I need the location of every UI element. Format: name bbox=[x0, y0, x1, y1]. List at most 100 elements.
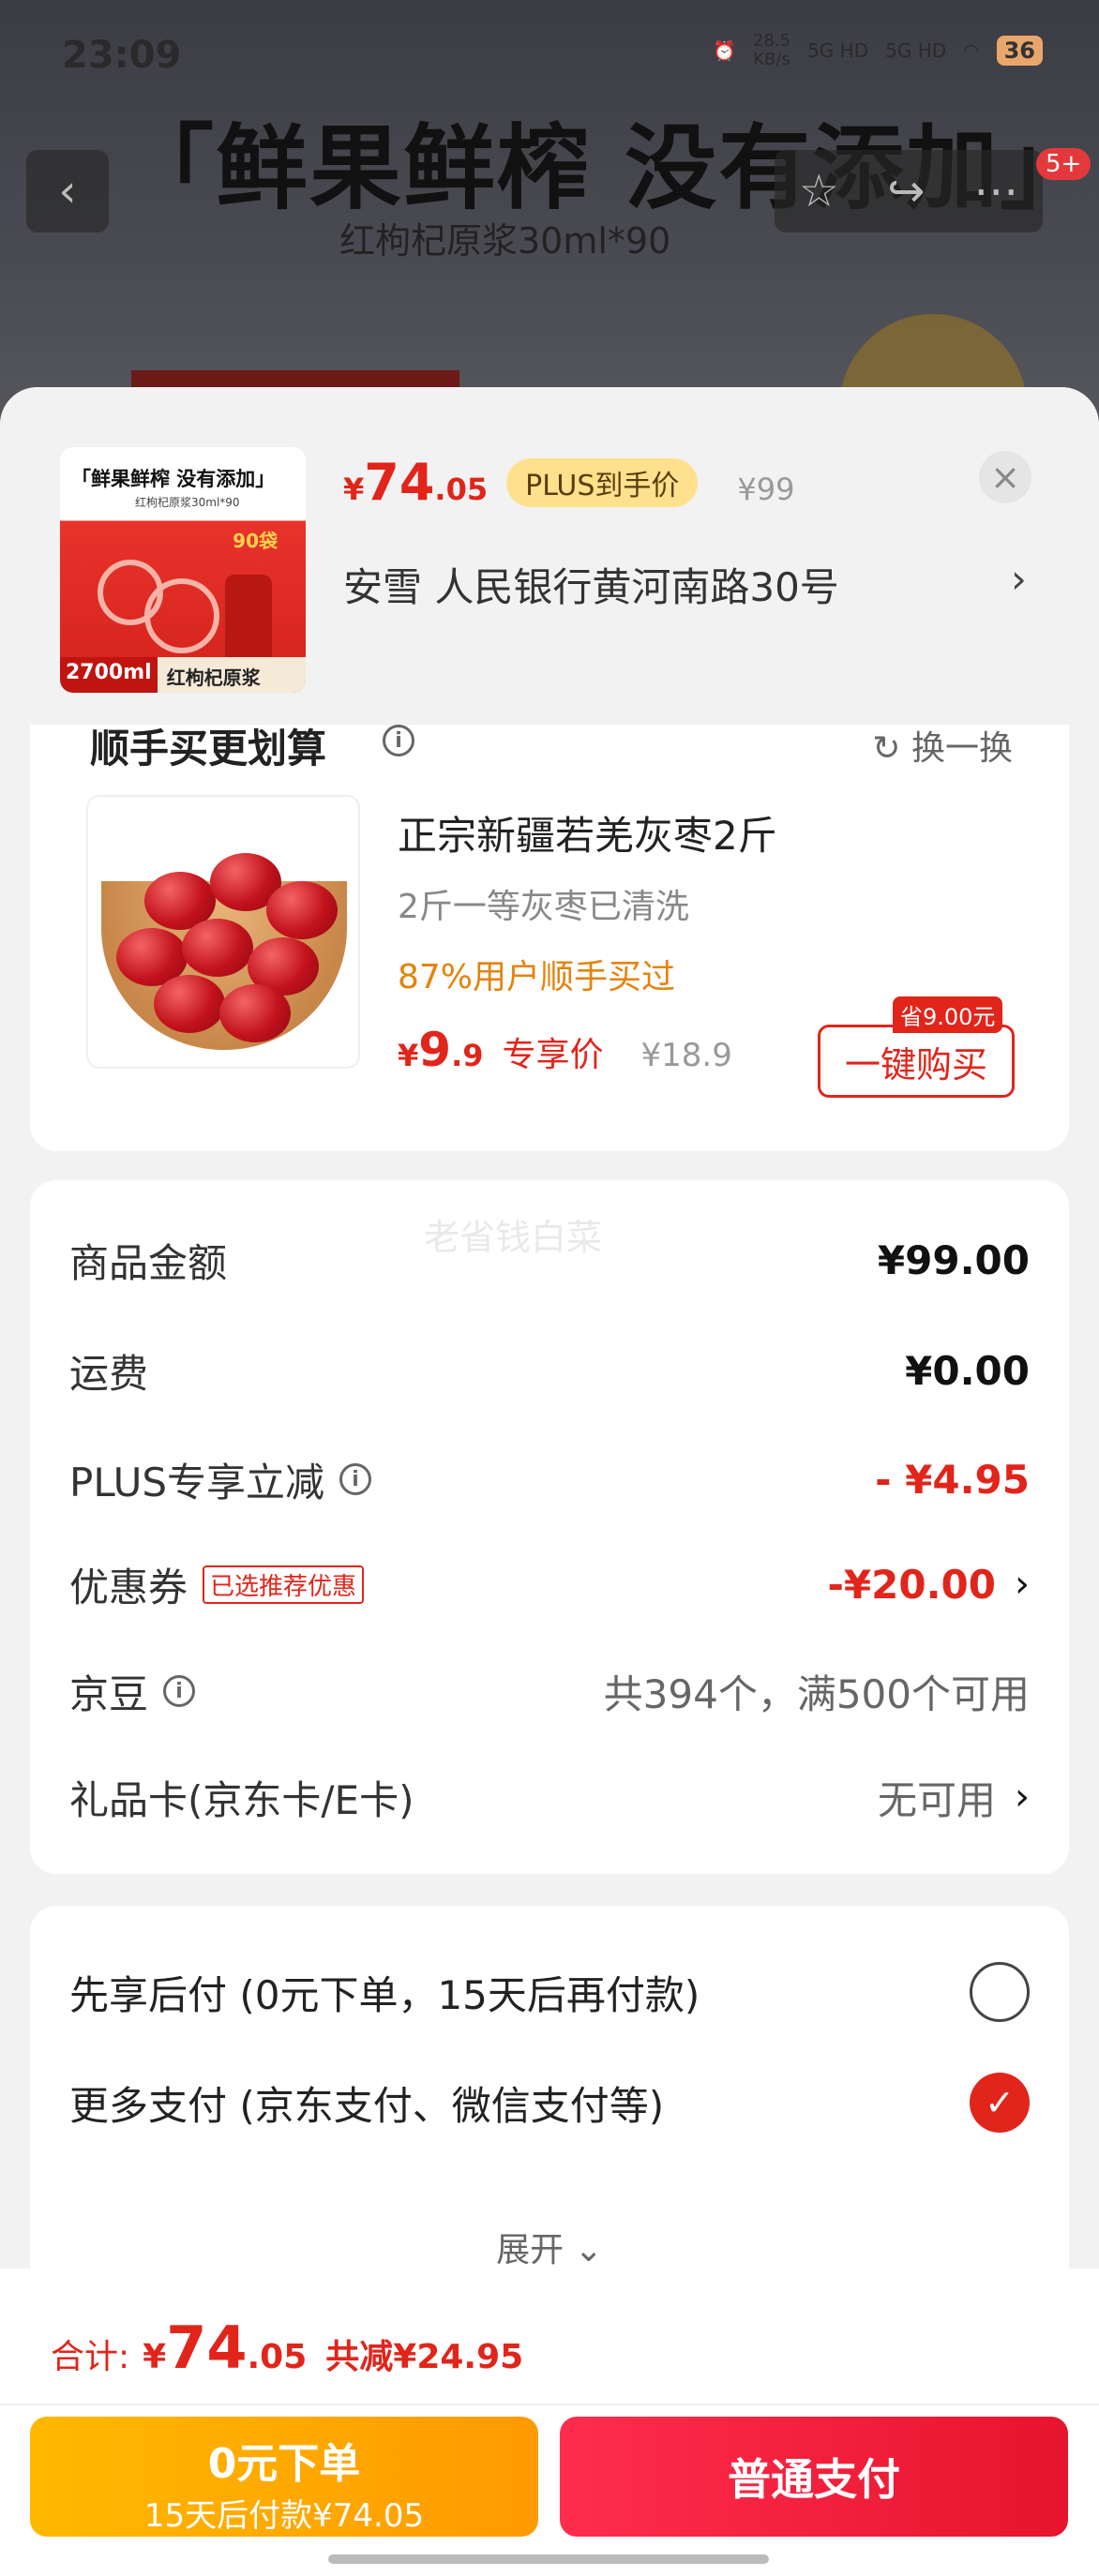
addon-price-label: 专享价 bbox=[502, 1036, 604, 1074]
total-savings: 共减¥24.95 bbox=[325, 2338, 524, 2376]
radio-unchecked[interactable] bbox=[970, 1962, 1030, 2022]
pay-later-line2: 15天后付款¥74.05 bbox=[143, 2497, 425, 2535]
summary-row-giftcard[interactable]: 礼品卡(京东卡/E卡) 无可用 › bbox=[69, 1764, 1030, 1830]
summary-label-group: 京豆 i bbox=[69, 1663, 196, 1720]
image-decoration bbox=[154, 975, 225, 1033]
order-total: 合计: ¥ 74 .05 共减¥24.95 bbox=[51, 2314, 523, 2382]
signal-label-1: 5G HD bbox=[807, 39, 869, 62]
summary-value: ¥0.00 bbox=[905, 1347, 1030, 1394]
addon-description: 2斤一等灰枣已清洗 bbox=[398, 888, 689, 926]
summary-value: 共394个，满500个可用 bbox=[603, 1670, 1030, 1717]
price-currency: ¥ bbox=[343, 472, 365, 507]
addon-title: 顺手买更划算 bbox=[90, 726, 327, 771]
pay-later-button[interactable]: 0元下单 15天后付款¥74.05 bbox=[30, 2417, 538, 2537]
summary-label-group: PLUS专享立减 i bbox=[69, 1451, 372, 1508]
product-image-title: 「鲜果鲜榨 没有添加」 bbox=[71, 468, 276, 490]
checkmark-icon[interactable]: ✓ bbox=[970, 2073, 1030, 2133]
alarm-icon: ⏰ bbox=[713, 39, 736, 62]
summary-value: 无可用 bbox=[877, 1776, 996, 1823]
summary-label: 礼品卡(京东卡/E卡) bbox=[69, 1776, 414, 1823]
payment-option-later[interactable]: 先享后付 (0元下单，15天后再付款) bbox=[69, 1954, 1030, 2029]
divider bbox=[0, 2404, 1099, 2405]
chevron-right-icon: › bbox=[1015, 1775, 1030, 1819]
addon-product-image[interactable] bbox=[86, 795, 360, 1069]
expand-button[interactable]: 展开 ⌄ bbox=[30, 2223, 1069, 2271]
original-price: ¥99 bbox=[737, 472, 795, 507]
summary-label-group: 优惠券 已选推荐优惠 bbox=[69, 1556, 365, 1613]
total-integer: 74 bbox=[166, 2314, 248, 2382]
net-speed-value: 28.5 bbox=[753, 31, 791, 51]
sheet-header: 「鲜果鲜榨 没有添加」 红枸杞原浆30ml*90 90袋 2700ml 红枸杞原… bbox=[0, 387, 1099, 729]
chevron-right-icon[interactable]: › bbox=[1011, 556, 1027, 602]
checkout-sheet: 「鲜果鲜榨 没有添加」 红枸杞原浆30ml*90 90袋 2700ml 红枸杞原… bbox=[0, 387, 1099, 2576]
status-icons: ⏰ 28.5 KB/s 5G HD 5G HD ◠ 36 bbox=[713, 32, 1043, 69]
info-icon[interactable]: i bbox=[339, 1463, 372, 1495]
price-decimal: .05 bbox=[434, 472, 489, 507]
summary-label: 京豆 bbox=[69, 1670, 149, 1717]
summary-label: PLUS专享立减 bbox=[69, 1459, 325, 1505]
product-image-name: 红枸杞原浆 bbox=[166, 666, 261, 689]
close-icon: × bbox=[990, 457, 1020, 498]
image-decoration bbox=[225, 575, 272, 659]
total-label: 合计: bbox=[51, 2338, 130, 2376]
home-indicator[interactable] bbox=[328, 2554, 769, 2564]
addon-name[interactable]: 正宗新疆若羌灰枣2斤 bbox=[398, 804, 777, 861]
summary-value: - ¥4.95 bbox=[875, 1456, 1030, 1503]
addon-card: 顺手买更划算 i ↻ 换一换 正宗新疆若羌灰枣2斤 2斤一等灰枣已清洗 87%用… bbox=[30, 725, 1069, 1151]
swap-button[interactable]: ↻ 换一换 bbox=[872, 721, 1013, 770]
addon-original-price: ¥18.9 bbox=[640, 1037, 732, 1074]
addon-current-price: ¥9.9 bbox=[398, 1023, 483, 1077]
signal-label-2: 5G HD bbox=[885, 39, 947, 62]
summary-row-goods: 商品金额 ¥99.00 bbox=[69, 1227, 1030, 1293]
chevron-right-icon: › bbox=[1015, 1563, 1030, 1606]
image-decoration bbox=[144, 578, 219, 653]
close-button[interactable]: × bbox=[979, 451, 1031, 503]
image-decoration bbox=[219, 984, 291, 1042]
payment-option-label: 先享后付 (0元下单，15天后再付款) bbox=[69, 1971, 700, 2018]
delivery-address[interactable]: 安雪 人民银行黄河南路30号 bbox=[343, 556, 839, 613]
save-badge: 省9.00元 bbox=[893, 996, 1003, 1033]
product-image-sub: 红枸杞原浆30ml*90 bbox=[135, 496, 240, 509]
info-icon[interactable]: i bbox=[163, 1675, 196, 1707]
product-image-strip: 2700ml 红枸杞原浆 bbox=[60, 657, 306, 693]
summary-value: -¥20.00 bbox=[827, 1561, 996, 1608]
product-image-tag: 90袋 bbox=[233, 530, 278, 552]
swap-label: 换一换 bbox=[911, 729, 1013, 768]
background-subtitle: 红枸杞原浆30ml*90 bbox=[339, 220, 671, 262]
total-currency: ¥ bbox=[143, 2338, 167, 2376]
summary-value-group: 无可用 › bbox=[878, 1769, 1030, 1826]
summary-label: 优惠券 bbox=[69, 1564, 188, 1610]
one-click-buy-button[interactable]: 一键购买 bbox=[818, 1025, 1015, 1098]
back-button[interactable]: ‹ bbox=[26, 150, 109, 232]
current-price: ¥74.05 bbox=[343, 453, 488, 512]
order-summary-card: 老省钱白菜 商品金额 ¥99.00 运费 ¥0.00 PLUS专享立减 i - ¥… bbox=[30, 1180, 1069, 1874]
price-row: ¥74.05 PLUS到手价 ¥99 bbox=[343, 453, 795, 512]
net-speed-unit: KB/s bbox=[753, 50, 790, 69]
status-time: 23:09 bbox=[62, 34, 182, 77]
price-integer: 9 bbox=[418, 1023, 452, 1077]
price-decimal: .9 bbox=[451, 1038, 484, 1073]
total-decimal: .05 bbox=[247, 2338, 308, 2376]
info-icon[interactable]: i bbox=[383, 725, 414, 756]
payment-option-label: 更多支付 (京东支付、微信支付等) bbox=[69, 2082, 665, 2129]
wifi-icon: ◠ bbox=[963, 39, 980, 62]
favorite-star-icon[interactable]: ☆ bbox=[799, 165, 839, 217]
more-icon[interactable]: ⋯ bbox=[973, 165, 1018, 217]
chevron-left-icon: ‹ bbox=[58, 165, 77, 217]
share-icon[interactable]: ↪ bbox=[887, 165, 925, 217]
chevron-down-icon: ⌄ bbox=[574, 2231, 603, 2269]
summary-row-coupon[interactable]: 优惠券 已选推荐优惠 -¥20.00 › bbox=[69, 1551, 1030, 1617]
addon-bought-info: 87%用户顺手买过 bbox=[398, 958, 676, 996]
message-badge: 5+ bbox=[1036, 148, 1091, 180]
price-currency: ¥ bbox=[398, 1038, 419, 1073]
pay-later-line1: 0元下单 bbox=[207, 2440, 361, 2488]
summary-label: 商品金额 bbox=[69, 1239, 228, 1286]
image-decoration bbox=[266, 881, 338, 939]
summary-value: ¥99.00 bbox=[877, 1236, 1030, 1283]
pay-now-button[interactable]: 普通支付 bbox=[560, 2417, 1068, 2537]
expand-label: 展开 bbox=[496, 2231, 565, 2269]
plus-price-tag: PLUS到手价 bbox=[506, 457, 699, 507]
top-action-group: ☆ ↪ ⋯ bbox=[775, 150, 1043, 232]
payment-option-more[interactable]: 更多支付 (京东支付、微信支付等) ✓ bbox=[69, 2065, 1030, 2140]
summary-value-group: -¥20.00 › bbox=[827, 1562, 1030, 1608]
